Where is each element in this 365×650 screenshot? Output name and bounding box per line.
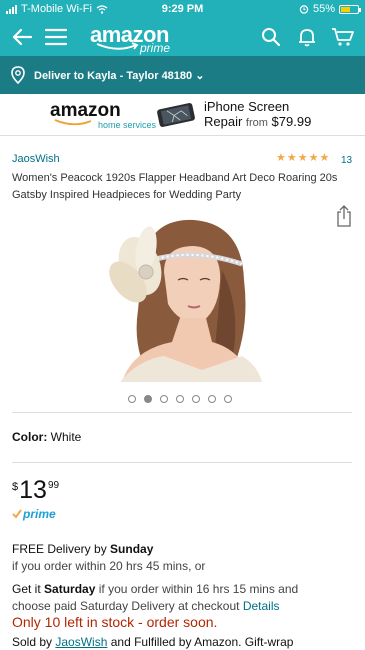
stock-warning: Only 10 left in stock - order soon. [12,614,218,630]
product-title: Women's Peacock 1920s Flapper Headband A… [12,172,338,201]
ad-line-1: iPhone Screen [204,98,290,114]
amazon-prime-logo[interactable]: amazon prime [90,20,200,55]
color-selector[interactable]: Color: White [12,430,81,444]
price: $ 13 99 [12,478,59,503]
logo-prime-text: prime [140,41,171,55]
star-icon: ★ [276,152,286,164]
deliver-to-bar[interactable]: Deliver to Kayla - Taylor 48180 ⌄ [0,56,365,94]
share-icon[interactable] [336,205,352,232]
signal-icon [6,4,17,14]
deliver-to-label: Deliver to Kayla - Taylor 48180 ⌄ [34,69,205,82]
ad-smile-icon [54,118,92,125]
star-icon: ★ [308,152,319,164]
star-icon: ★ [286,152,297,164]
brand-link[interactable]: JaosWish [12,153,60,165]
wifi-icon [96,4,108,14]
alarm-icon [299,5,309,14]
order-within-2: if you order within 16 hrs 15 mins and [98,582,299,596]
get-it-text: Get it [12,582,41,596]
battery-percent: 55% [312,3,335,15]
app-header: amazon prime [0,18,365,56]
status-right: 55% [229,3,361,15]
seller-link[interactable]: JaosWish [55,635,107,649]
get-it-line: Get it Saturday if you order within 16 h… [12,581,360,598]
rating-count[interactable]: 13 [341,155,352,166]
ad-banner[interactable]: amazon home services iPhone Screen Repai… [0,94,365,136]
header-actions [257,23,357,51]
price-fraction: 99 [47,480,60,491]
menu-icon[interactable] [42,23,70,51]
back-arrow-icon[interactable] [8,23,36,51]
free-delivery-line: FREE Delivery by Sunday [12,541,360,558]
ad-from: from [245,116,268,129]
ad-line-2-main: Repair [204,113,243,129]
status-bar: T-Mobile Wi-Fi 9:29 PM 55% [0,0,365,18]
divider [12,462,352,463]
ad-line-2: Repair from $79.99 [204,114,311,131]
clock-label: 9:29 PM [161,3,204,15]
carousel-dot[interactable] [144,395,152,403]
prime-label: prime [23,507,56,521]
image-carousel-dots [128,395,232,403]
star-icon: ★ [297,152,308,164]
amazon-home-services-logo: amazon home services [50,98,160,132]
carrier-label: T-Mobile Wi-Fi [21,3,92,15]
color-label: Color: [12,430,48,444]
star-icon: ★ [319,152,330,164]
bell-icon[interactable] [293,23,321,51]
carousel-dot[interactable] [160,395,168,403]
ad-price: $79.99 [271,113,312,129]
carousel-dot[interactable] [176,395,184,403]
get-it-day: Saturday [44,582,96,596]
divider [12,412,352,413]
prime-badge: prime [12,507,56,521]
product-image[interactable] [102,210,268,382]
carousel-dot[interactable] [128,395,136,403]
cart-icon[interactable] [329,23,357,51]
search-icon[interactable] [257,23,285,51]
free-delivery-text: FREE Delivery by [12,542,107,556]
color-value: White [50,430,82,444]
broken-phone-icon [157,102,195,127]
free-delivery-day: Sunday [110,542,154,556]
location-pin-icon [11,66,25,84]
order-within-line: if you order within 20 hrs 45 mins, or [12,559,206,573]
price-whole: 13 [19,476,47,504]
status-left: T-Mobile Wi-Fi [6,3,136,15]
carousel-dot[interactable] [208,395,216,403]
star-rating[interactable]: ★ ★ ★ ★ ★ [276,153,329,164]
fulfilled-text: and Fulfilled by Amazon. Gift-wrap [110,635,294,649]
sold-by-text: Sold by [12,635,53,649]
battery-level [341,6,350,12]
prime-check-icon [12,509,22,519]
choose-paid-line: choose paid Saturday Delivery at checkou… [12,598,360,615]
sold-by-line: Sold by JaosWish and Fulfilled by Amazon… [12,634,360,650]
choose-paid-text: choose paid Saturday Delivery at checkou… [12,599,240,613]
battery-icon [339,4,361,14]
price-currency: $ [12,481,19,493]
carousel-dot[interactable] [224,395,232,403]
ad-copy: iPhone Screen Repair from $79.99 [204,99,311,131]
details-link[interactable]: Details [243,599,280,613]
ad-brand-sub: home services [98,119,157,130]
carousel-dot[interactable] [192,395,200,403]
logo-smile-icon [96,42,139,50]
